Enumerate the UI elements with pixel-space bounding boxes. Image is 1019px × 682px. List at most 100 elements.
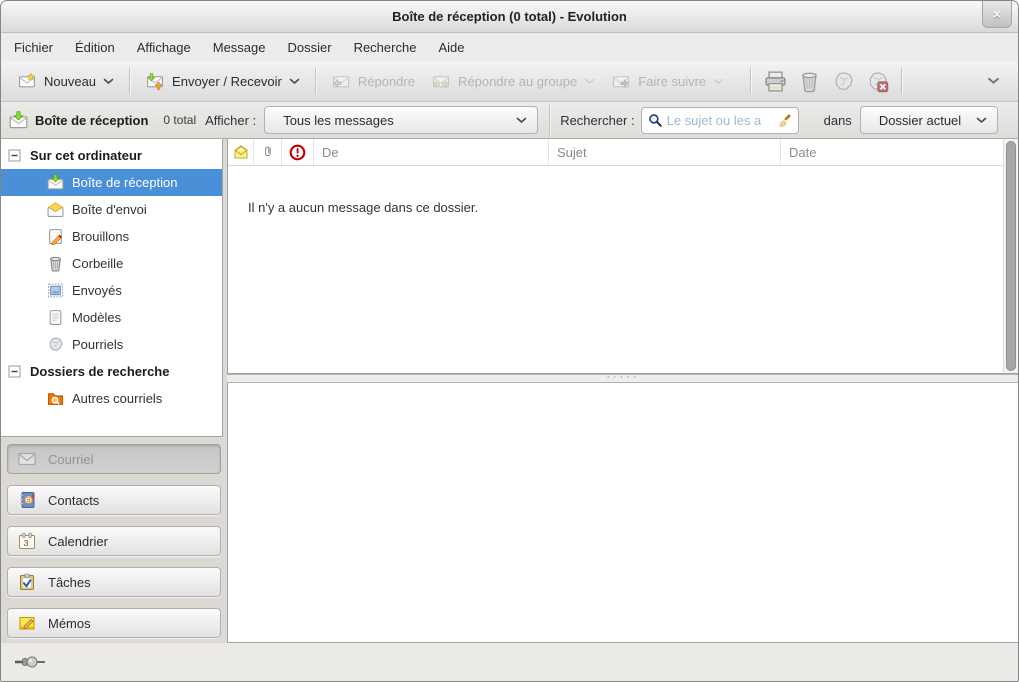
pane-splitter[interactable]: ····· (227, 374, 1019, 383)
menu-fichier[interactable]: Fichier (3, 35, 64, 60)
new-button[interactable]: Nouveau (9, 68, 122, 95)
new-button-label: Nouveau (44, 74, 96, 89)
reply-group-button[interactable]: Répondre au groupe (423, 68, 603, 95)
menu-aide[interactable]: Aide (427, 35, 475, 60)
collapse-expander-icon[interactable] (8, 365, 21, 378)
important-icon (289, 144, 306, 161)
search-icon[interactable] (648, 113, 663, 128)
chevron-down-icon (987, 77, 1000, 85)
chevron-down-icon (584, 78, 595, 85)
sidebar-item-other-mail[interactable]: Autres courriels (1, 385, 222, 412)
main-content: Sur cet ordinateur Boîte de réception Bo… (1, 139, 1018, 681)
message-list-header: De Sujet Date (228, 139, 1018, 166)
sidebar-item-inbox[interactable]: Boîte de réception (1, 169, 222, 196)
reply-button[interactable]: Répondre (323, 68, 423, 95)
sidebar-item-label: Autres courriels (72, 391, 162, 406)
switcher-mail-button[interactable]: Courriel (7, 444, 221, 474)
trash-icon (47, 255, 64, 272)
search-input[interactable] (667, 113, 773, 128)
toolbar-overflow-button[interactable] (976, 65, 1010, 97)
menu-recherche[interactable]: Recherche (343, 35, 428, 60)
switcher-memos-button[interactable]: Mémos (7, 608, 221, 638)
tree-group-search-folders[interactable]: Dossiers de recherche (1, 358, 222, 385)
show-filter-dropdown[interactable]: Tous les messages (264, 106, 538, 134)
switcher-tasks-button[interactable]: Tâches (7, 567, 221, 597)
contacts-icon: @ (18, 491, 36, 509)
tree-group-on-this-computer[interactable]: Sur cet ordinateur (1, 142, 222, 169)
preview-pane (227, 383, 1019, 643)
menu-dossier[interactable]: Dossier (276, 35, 342, 60)
clear-search-broom-icon[interactable] (777, 113, 792, 128)
forward-button-label: Faire suivre (638, 74, 706, 89)
window-title: Boîte de réception (0 total) - Evolution (392, 9, 627, 24)
reply-icon (331, 73, 351, 90)
print-button[interactable] (758, 65, 792, 97)
titlebar[interactable]: Boîte de réception (0 total) - Evolution… (1, 1, 1018, 33)
search-scope-dropdown[interactable]: Dossier actuel (860, 106, 998, 134)
sidebar-item-outbox[interactable]: Boîte d'envoi (1, 196, 222, 223)
reply-group-button-label: Répondre au groupe (458, 74, 577, 89)
send-receive-icon (145, 73, 165, 90)
delete-button[interactable] (792, 65, 826, 97)
toolbar-separator (750, 68, 751, 94)
evolution-window: Boîte de réception (0 total) - Evolution… (0, 0, 1019, 682)
reply-button-label: Répondre (358, 74, 415, 89)
folder-bar-separator (549, 105, 550, 135)
view-switcher: Courriel @ Contacts (7, 444, 221, 649)
menu-edition[interactable]: Édition (64, 35, 126, 60)
switcher-calendar-button[interactable]: 3 Calendrier (7, 526, 221, 556)
message-list: De Sujet Date Il n'y a aucun message dan… (227, 139, 1019, 374)
outbox-icon (47, 201, 64, 218)
vertical-scrollbar[interactable] (1003, 139, 1018, 373)
sidebar-item-drafts[interactable]: Brouillons (1, 223, 222, 250)
read-status-column-header[interactable] (228, 139, 254, 165)
show-label: Afficher : (205, 113, 256, 128)
sidebar-item-sent[interactable]: Envoyés (1, 277, 222, 304)
statusbar (1, 643, 1018, 681)
column-header-subject[interactable]: Sujet (549, 139, 781, 165)
mail-icon (18, 450, 36, 468)
collapse-expander-icon[interactable] (8, 149, 21, 162)
chevron-down-icon (976, 117, 987, 124)
attachment-column-header[interactable] (254, 139, 282, 165)
importance-column-header[interactable] (282, 139, 314, 165)
column-header-date[interactable]: Date (781, 139, 1003, 165)
splitter-handle-dots: ····· (606, 375, 639, 382)
toolbar-separator (901, 68, 902, 94)
paperclip-icon (261, 144, 275, 160)
print-icon (764, 70, 787, 93)
forward-button[interactable]: Faire suivre (603, 68, 732, 95)
calendar-icon: 3 (18, 532, 36, 550)
sidebar-item-label: Envoyés (72, 283, 122, 298)
chevron-down-icon (289, 78, 300, 85)
toolbar-separator (315, 68, 316, 94)
menu-message[interactable]: Message (202, 35, 277, 60)
search-label: Rechercher : (560, 113, 634, 128)
new-mail-icon (17, 73, 37, 90)
sidebar-item-templates[interactable]: Modèles (1, 304, 222, 331)
message-count: 0 total (163, 113, 196, 127)
unread-envelope-icon (233, 144, 249, 160)
sidebar-item-label: Corbeille (72, 256, 123, 271)
column-header-from[interactable]: De (314, 139, 549, 165)
toolbar-separator (129, 68, 130, 94)
switcher-contacts-button[interactable]: @ Contacts (7, 485, 221, 515)
tree-group-label: Sur cet ordinateur (30, 148, 142, 163)
search-entry[interactable] (641, 107, 799, 134)
menu-affichage[interactable]: Affichage (126, 35, 202, 60)
sidebar-item-label: Boîte de réception (72, 175, 178, 190)
online-status-icon[interactable] (14, 654, 46, 670)
scrollbar-thumb[interactable] (1006, 141, 1016, 371)
sidebar-item-trash[interactable]: Corbeille (1, 250, 222, 277)
not-junk-button[interactable] (860, 65, 894, 97)
switcher-label: Tâches (48, 575, 91, 590)
send-receive-button[interactable]: Envoyer / Recevoir (137, 68, 308, 95)
search-folder-icon (47, 390, 64, 407)
close-button[interactable]: × (982, 1, 1012, 28)
switcher-label: Mémos (48, 616, 91, 631)
tasks-icon (18, 573, 36, 591)
sidebar-item-junk[interactable]: Pourriels (1, 331, 222, 358)
junk-button[interactable] (826, 65, 860, 97)
empty-folder-message: Il n'y a aucun message dans ce dossier. (248, 200, 478, 215)
inbox-icon (47, 174, 64, 191)
